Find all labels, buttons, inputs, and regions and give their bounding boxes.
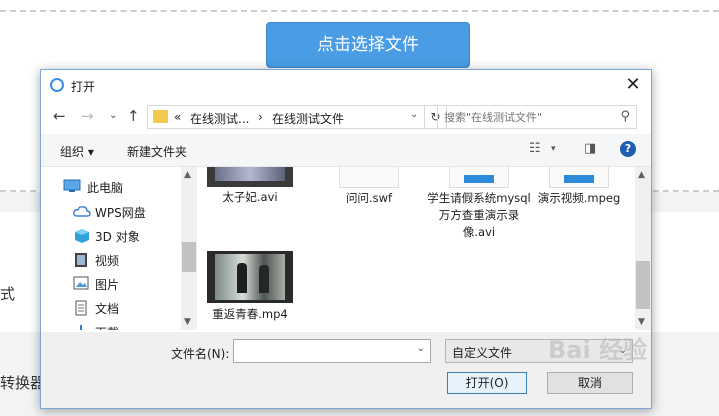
file-list-scrollbar[interactable]: ▲ ▼ xyxy=(635,167,651,330)
view-options-icon[interactable]: ☷ xyxy=(529,141,541,156)
nav-item-downloads[interactable]: 下载 xyxy=(63,320,193,330)
navigation-pane: 此电脑 WPS网盘 3D 对象 视频 图片 文档 下载 xyxy=(41,167,197,330)
dialog-titlebar: 打开 ✕ xyxy=(41,70,651,100)
file-name: 重返青春.mp4 xyxy=(212,307,288,321)
video-thumbnail-icon xyxy=(207,167,293,187)
dialog-app-icon xyxy=(50,78,64,92)
breadcrumb-separator[interactable]: › xyxy=(258,110,263,124)
watermark: Bai 经验 xyxy=(548,336,648,364)
new-folder-button[interactable]: 新建文件夹 xyxy=(127,143,187,160)
file-name: 学生请假系统mysql万方查重演示录像.avi xyxy=(427,191,531,239)
address-dropdown-icon[interactable]: ⌄ xyxy=(410,109,418,120)
file-item-chongfanqingchun[interactable]: 重返青春.mp4 xyxy=(198,251,305,323)
nav-item-label: 视频 xyxy=(95,254,120,268)
file-type-value: 自定义文件 xyxy=(452,346,513,360)
view-options-dropdown-icon[interactable]: ▾ xyxy=(551,144,556,154)
nav-item-label: 文档 xyxy=(95,302,120,316)
nav-item-documents[interactable]: 文档 xyxy=(63,296,193,318)
close-button[interactable]: ✕ xyxy=(621,74,645,96)
file-item-demo-recording[interactable]: 学生请假系统mysql万方查重演示录像.avi xyxy=(424,167,534,241)
nav-item-pictures[interactable]: 图片 xyxy=(63,272,193,294)
file-name-input[interactable] xyxy=(234,340,412,362)
address-prefix[interactable]: « xyxy=(174,110,181,124)
back-arrow-icon[interactable]: ← xyxy=(53,107,66,125)
recent-locations-chevron-icon[interactable]: ⌄ xyxy=(109,110,117,121)
file-item-demo-video[interactable]: 演示视频.mpeg xyxy=(524,167,634,207)
preview-pane-icon[interactable]: ◨ xyxy=(584,141,596,156)
up-arrow-icon[interactable]: ↑ xyxy=(127,107,140,125)
scrollbar-thumb[interactable] xyxy=(636,261,650,309)
folder-icon xyxy=(153,110,168,123)
cube-icon xyxy=(73,228,89,243)
file-item-taizifei[interactable]: 太子妃.avi xyxy=(198,167,305,206)
search-input[interactable] xyxy=(438,106,620,128)
file-list: 太子妃.avi 问问.swf 学生请假系统mysql万方查重演示录像.avi 演… xyxy=(198,167,635,330)
nav-item-label: 图片 xyxy=(95,278,120,292)
video-thumbnail-icon xyxy=(207,251,293,303)
forward-arrow-icon[interactable]: → xyxy=(81,107,94,125)
command-toolbar: 组织 ▾ 新建文件夹 ☷ ▾ ◨ ? xyxy=(41,134,651,167)
blank-file-icon xyxy=(339,167,399,188)
organize-button[interactable]: 组织 ▾ xyxy=(60,143,94,160)
download-icon xyxy=(73,324,89,330)
choose-file-button[interactable]: 点击选择文件 xyxy=(266,22,470,68)
cancel-button[interactable]: 取消 xyxy=(547,372,633,394)
help-icon[interactable]: ? xyxy=(620,141,636,157)
cloud-icon xyxy=(73,204,91,218)
file-name-label: 文件名(N): xyxy=(171,347,230,361)
navigation-row: ← → ⌄ ↑ « 在线测试... › 在线测试文件 ⌄ ↻ ⚲ xyxy=(41,103,651,131)
file-name: 演示视频.mpeg xyxy=(537,191,621,205)
background-label-2: 转换器 xyxy=(0,374,46,392)
nav-item-label: 下载 xyxy=(95,324,119,330)
navigation-scrollbar[interactable]: ▲ ▼ xyxy=(181,167,197,330)
generic-file-icon xyxy=(549,167,609,188)
search-icon[interactable]: ⚲ xyxy=(620,109,630,124)
search-box[interactable]: ⚲ xyxy=(437,105,637,129)
background-label-1: 式 xyxy=(0,285,16,303)
nav-item-videos[interactable]: 视频 xyxy=(63,248,193,270)
file-name: 太子妃.avi xyxy=(222,190,278,204)
file-name: 问问.swf xyxy=(345,191,393,205)
generic-file-icon xyxy=(449,167,509,188)
dialog-title: 打开 xyxy=(71,80,96,94)
scroll-down-arrow-icon[interactable]: ▼ xyxy=(184,317,191,327)
scrollbar-thumb[interactable] xyxy=(182,242,196,272)
computer-icon xyxy=(63,179,81,193)
scroll-up-arrow-icon[interactable]: ▲ xyxy=(184,170,191,180)
nav-item-label: WPS网盘 xyxy=(95,206,146,220)
address-bar[interactable]: « 在线测试... › 在线测试文件 ⌄ xyxy=(147,105,425,129)
nav-item-wps-drive[interactable]: WPS网盘 xyxy=(63,200,193,222)
nav-item-label: 3D 对象 xyxy=(95,230,140,244)
file-item-wenwen[interactable]: 问问.swf xyxy=(314,167,424,207)
breadcrumb-segment-1[interactable]: 在线测试... xyxy=(190,110,249,127)
nav-item-this-pc[interactable]: 此电脑 xyxy=(63,175,193,197)
scroll-down-arrow-icon[interactable]: ▼ xyxy=(638,317,645,327)
document-icon xyxy=(73,300,89,316)
scroll-up-arrow-icon[interactable]: ▲ xyxy=(638,170,645,180)
breadcrumb-segment-2[interactable]: 在线测试文件 xyxy=(272,110,344,127)
picture-icon xyxy=(73,276,89,290)
open-button[interactable]: 打开(O) xyxy=(447,372,527,394)
chevron-down-icon[interactable]: ⌄ xyxy=(417,343,425,354)
nav-item-label: 此电脑 xyxy=(87,181,124,195)
file-name-combobox[interactable]: ⌄ xyxy=(233,339,431,363)
video-icon xyxy=(73,252,89,267)
nav-item-3d-objects[interactable]: 3D 对象 xyxy=(63,224,193,246)
